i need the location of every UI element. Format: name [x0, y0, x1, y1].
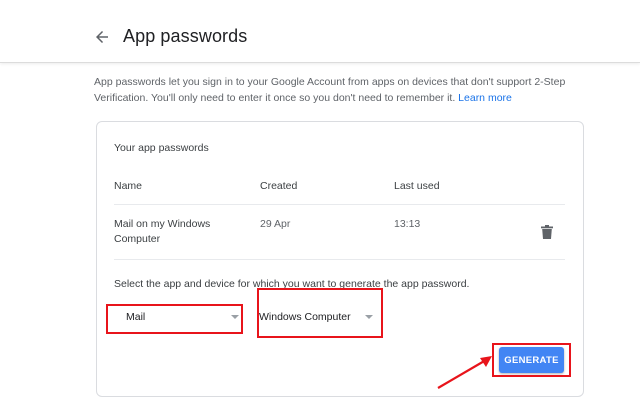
learn-more-link[interactable]: Learn more	[458, 92, 512, 104]
chevron-down-icon	[231, 315, 239, 319]
divider	[114, 204, 565, 205]
trash-icon[interactable]	[541, 225, 553, 239]
app-select[interactable]: Mail	[114, 305, 244, 329]
generate-button[interactable]: GENERATE	[499, 347, 564, 373]
select-prompt: Select the app and device for which you …	[114, 278, 470, 290]
divider	[114, 259, 565, 260]
card-title: Your app passwords	[114, 142, 209, 154]
intro-text: App passwords let you sign in to your Go…	[94, 74, 594, 106]
page-header: App passwords	[0, 0, 640, 63]
arrow-left-icon[interactable]	[93, 28, 111, 46]
chevron-down-icon	[365, 315, 373, 319]
row-created: 29 Apr	[260, 218, 291, 230]
row-name: Mail on my Windows Computer	[114, 218, 211, 245]
app-passwords-card: Your app passwords Name Created Last use…	[96, 121, 584, 397]
page-title: App passwords	[123, 26, 248, 46]
column-header-created: Created	[260, 180, 298, 192]
device-select[interactable]: Windows Computer	[257, 305, 382, 329]
column-header-last-used: Last used	[394, 180, 440, 192]
red-arrow-icon	[437, 356, 492, 389]
column-header-name: Name	[114, 180, 143, 192]
device-select-value: Windows Computer	[259, 311, 351, 323]
row-last-used: 13:13	[394, 218, 421, 230]
app-select-value: Mail	[126, 311, 146, 323]
